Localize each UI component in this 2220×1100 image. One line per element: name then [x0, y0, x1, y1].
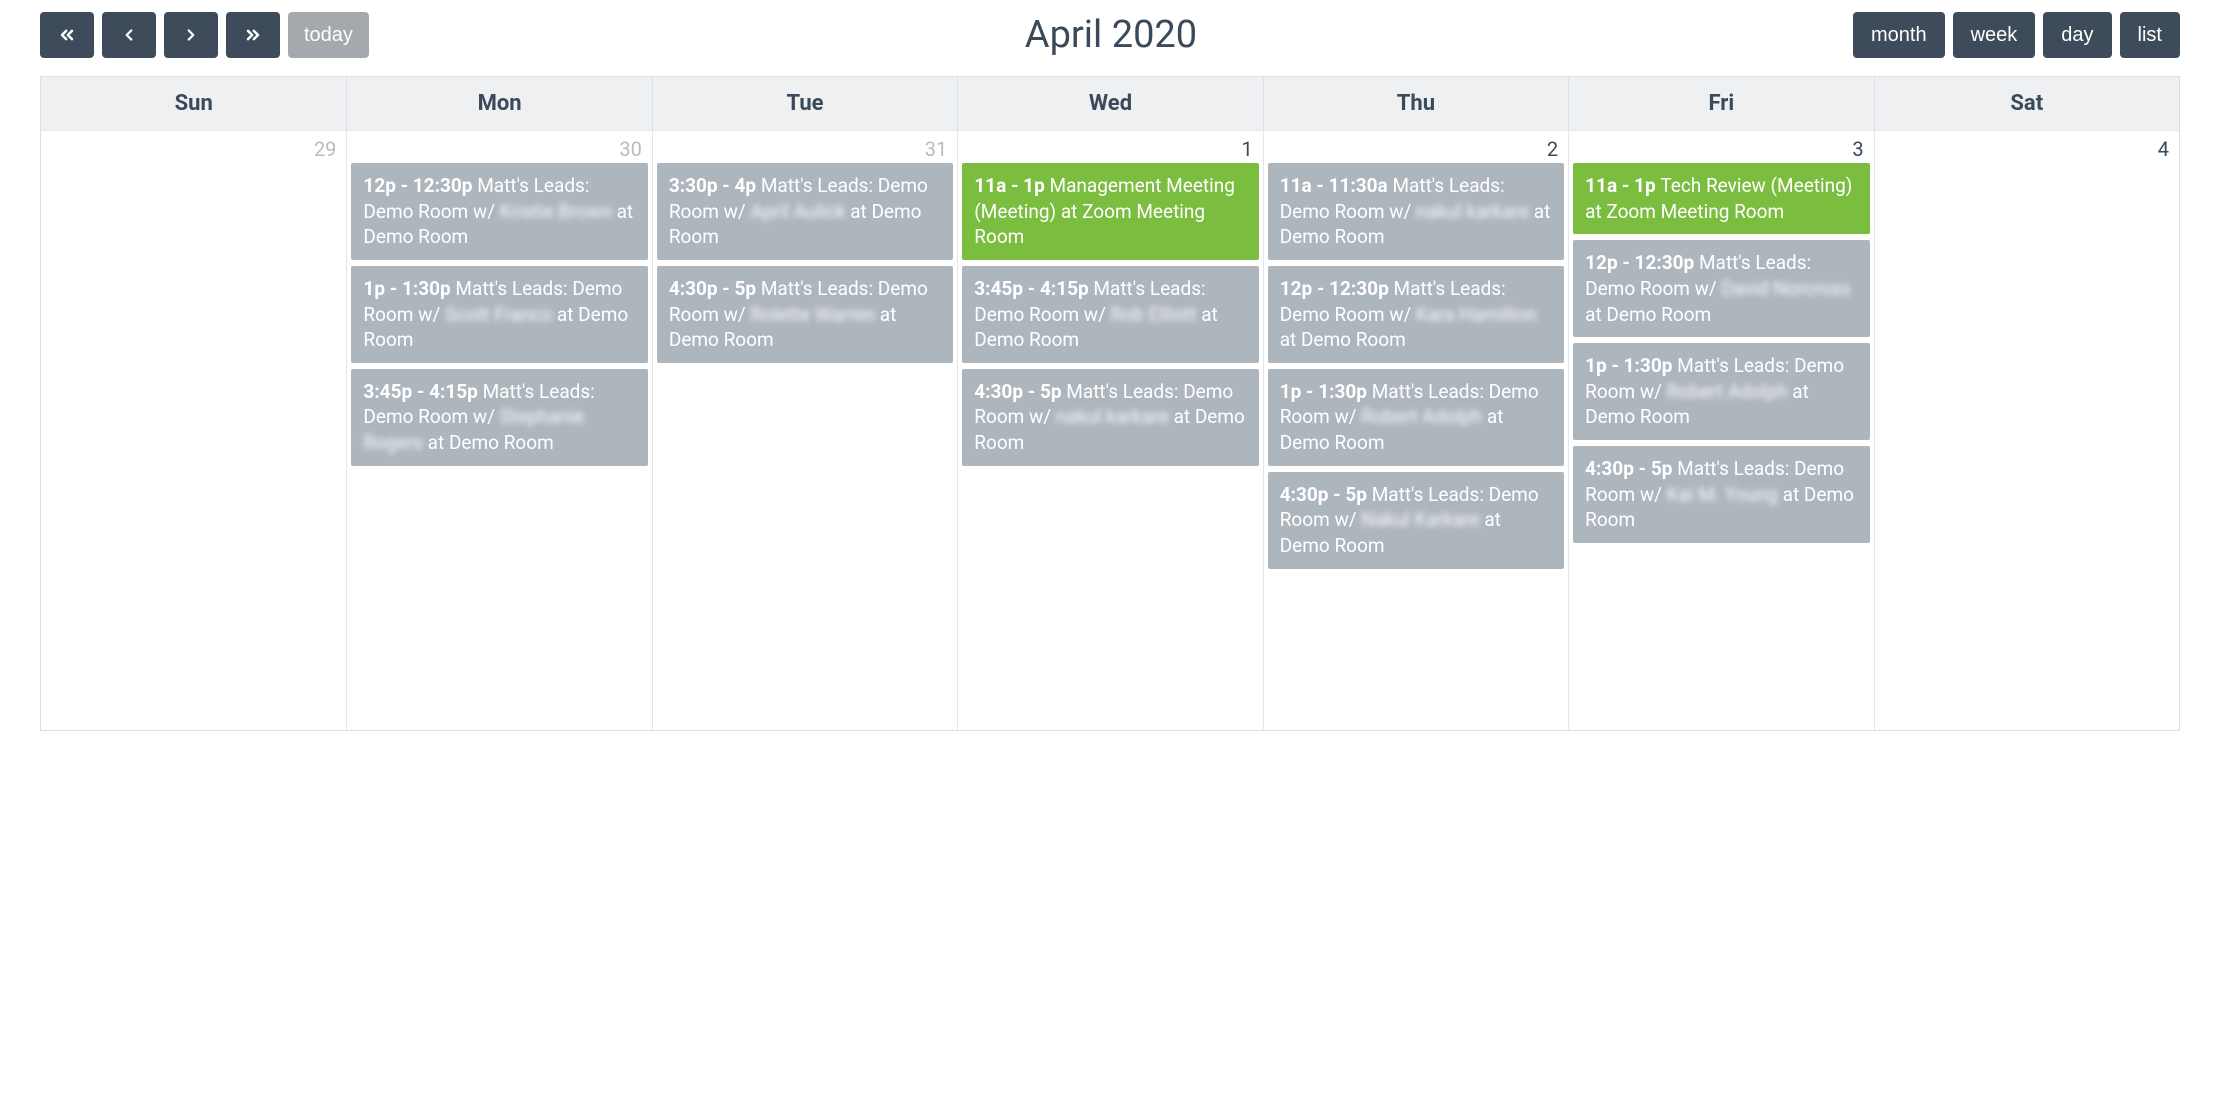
- calendar-event[interactable]: 3:45p - 4:15p Matt's Leads: Demo Room w/…: [962, 266, 1258, 363]
- day-header: Mon: [346, 77, 651, 130]
- day-cell[interactable]: 29: [41, 130, 346, 730]
- view-month-button[interactable]: month: [1853, 12, 1945, 58]
- day-header-row: Sun Mon Tue Wed Thu Fri Sat: [41, 77, 2179, 130]
- day-header: Sun: [41, 77, 346, 130]
- double-chevron-left-icon: [57, 25, 77, 45]
- event-time: 3:30p - 4p: [669, 174, 761, 197]
- day-header: Wed: [957, 77, 1262, 130]
- toolbar-right: month week day list: [1853, 12, 2180, 58]
- today-button[interactable]: today: [288, 12, 369, 58]
- calendar-event[interactable]: 4:30p - 5p Matt's Leads: Demo Room w/ Ro…: [657, 266, 953, 363]
- calendar-event[interactable]: 3:30p - 4p Matt's Leads: Demo Room w/ Ap…: [657, 163, 953, 260]
- day-cell[interactable]: 211a - 11:30a Matt's Leads: Demo Room w/…: [1263, 130, 1568, 730]
- event-time: 4:30p - 5p: [974, 380, 1066, 403]
- event-person-redacted: Kara Hamilton: [1416, 303, 1537, 326]
- event-time: 1p - 1:30p: [1280, 380, 1372, 403]
- view-day-button[interactable]: day: [2043, 12, 2111, 58]
- event-person-redacted: Rob Elliott: [1111, 303, 1197, 326]
- day-cell[interactable]: 111a - 1p Management Meeting (Meeting) a…: [957, 130, 1262, 730]
- double-chevron-right-icon: [243, 25, 263, 45]
- calendar-event[interactable]: 12p - 12:30p Matt's Leads: Demo Room w/ …: [1268, 266, 1564, 363]
- calendar: today April 2020 month week day list Sun…: [0, 0, 2220, 731]
- event-person-redacted: nakul karkare: [1056, 405, 1169, 428]
- event-time: 4:30p - 5p: [1280, 483, 1372, 506]
- event-time: 12p - 12:30p: [363, 174, 477, 197]
- calendar-event[interactable]: 11a - 11:30a Matt's Leads: Demo Room w/ …: [1268, 163, 1564, 260]
- event-person-redacted: Robert Adolph: [1361, 405, 1482, 428]
- calendar-title: April 2020: [369, 13, 1853, 57]
- event-person-redacted: Kristie Brown: [500, 200, 612, 223]
- calendar-event[interactable]: 3:45p - 4:15p Matt's Leads: Demo Room w/…: [351, 369, 647, 466]
- calendar-grid: Sun Mon Tue Wed Thu Fri Sat 293012p - 12…: [40, 76, 2180, 731]
- event-person-redacted: Robert Adolph: [1667, 380, 1788, 403]
- event-time: 1p - 1:30p: [1585, 354, 1677, 377]
- day-header: Fri: [1568, 77, 1873, 130]
- event-person-redacted: Rolette Warren: [750, 303, 875, 326]
- calendar-event[interactable]: 12p - 12:30p Matt's Leads: Demo Room w/ …: [351, 163, 647, 260]
- event-time: 4:30p - 5p: [669, 277, 761, 300]
- event-time: 1p - 1:30p: [363, 277, 455, 300]
- event-time: 11a - 1p: [974, 174, 1049, 197]
- day-header: Thu: [1263, 77, 1568, 130]
- event-title-suffix: at Demo Room: [423, 431, 554, 454]
- event-time: 11a - 1p: [1585, 174, 1660, 197]
- day-cell[interactable]: 4: [1874, 130, 2179, 730]
- view-list-button[interactable]: list: [2120, 12, 2180, 58]
- calendar-event[interactable]: 11a - 1p Management Meeting (Meeting) at…: [962, 163, 1258, 260]
- day-number: 4: [1875, 131, 2179, 163]
- events-container: 12p - 12:30p Matt's Leads: Demo Room w/ …: [347, 163, 651, 472]
- day-header: Tue: [652, 77, 957, 130]
- events-container: 11a - 1p Management Meeting (Meeting) at…: [958, 163, 1262, 472]
- calendar-event[interactable]: 1p - 1:30p Matt's Leads: Demo Room w/ Ro…: [1573, 343, 1869, 440]
- chevron-right-icon: [182, 26, 200, 44]
- events-container: 3:30p - 4p Matt's Leads: Demo Room w/ Ap…: [653, 163, 957, 369]
- day-number: 30: [347, 131, 651, 163]
- week-row: 293012p - 12:30p Matt's Leads: Demo Room…: [41, 130, 2179, 730]
- calendar-event[interactable]: 4:30p - 5p Matt's Leads: Demo Room w/ Na…: [1268, 472, 1564, 569]
- calendar-event[interactable]: 12p - 12:30p Matt's Leads: Demo Room w/ …: [1573, 240, 1869, 337]
- event-title-suffix: at Demo Room: [1280, 328, 1406, 351]
- calendar-event[interactable]: 4:30p - 5p Matt's Leads: Demo Room w/ Ka…: [1573, 446, 1869, 543]
- next-button[interactable]: [164, 12, 218, 58]
- event-time: 12p - 12:30p: [1280, 277, 1394, 300]
- events-container: 11a - 1p Tech Review (Meeting) at Zoom M…: [1569, 163, 1873, 549]
- event-time: 3:45p - 4:15p: [974, 277, 1093, 300]
- day-number: 29: [41, 131, 346, 163]
- chevron-left-icon: [120, 26, 138, 44]
- view-week-button[interactable]: week: [1953, 12, 2036, 58]
- event-title-suffix: at Demo Room: [1585, 303, 1711, 326]
- event-person-redacted: nakul karkare: [1416, 200, 1529, 223]
- event-person-redacted: Scott Franco: [445, 303, 552, 326]
- event-person-redacted: Kai M. Young: [1667, 483, 1778, 506]
- events-container: [1875, 163, 2179, 169]
- prev-button[interactable]: [102, 12, 156, 58]
- event-time: 12p - 12:30p: [1585, 251, 1699, 274]
- calendar-event[interactable]: 1p - 1:30p Matt's Leads: Demo Room w/ Sc…: [351, 266, 647, 363]
- day-number: 31: [653, 131, 957, 163]
- calendar-event[interactable]: 11a - 1p Tech Review (Meeting) at Zoom M…: [1573, 163, 1869, 234]
- day-cell[interactable]: 311a - 1p Tech Review (Meeting) at Zoom …: [1568, 130, 1873, 730]
- event-time: 4:30p - 5p: [1585, 457, 1677, 480]
- event-person-redacted: Nakul Karkare: [1361, 508, 1479, 531]
- day-number: 2: [1264, 131, 1568, 163]
- calendar-event[interactable]: 1p - 1:30p Matt's Leads: Demo Room w/ Ro…: [1268, 369, 1564, 466]
- day-number: 3: [1569, 131, 1873, 163]
- next-year-button[interactable]: [226, 12, 280, 58]
- toolbar: today April 2020 month week day list: [40, 12, 2180, 58]
- day-cell[interactable]: 313:30p - 4p Matt's Leads: Demo Room w/ …: [652, 130, 957, 730]
- event-person-redacted: David Norcross: [1721, 277, 1850, 300]
- toolbar-left: today: [40, 12, 369, 58]
- day-cell[interactable]: 3012p - 12:30p Matt's Leads: Demo Room w…: [346, 130, 651, 730]
- day-number: 1: [958, 131, 1262, 163]
- day-header: Sat: [1874, 77, 2179, 130]
- events-container: [41, 163, 346, 169]
- events-container: 11a - 11:30a Matt's Leads: Demo Room w/ …: [1264, 163, 1568, 575]
- prev-year-button[interactable]: [40, 12, 94, 58]
- calendar-event[interactable]: 4:30p - 5p Matt's Leads: Demo Room w/ na…: [962, 369, 1258, 466]
- event-time: 11a - 11:30a: [1280, 174, 1393, 197]
- event-time: 3:45p - 4:15p: [363, 380, 482, 403]
- event-person-redacted: April Aulick: [750, 200, 845, 223]
